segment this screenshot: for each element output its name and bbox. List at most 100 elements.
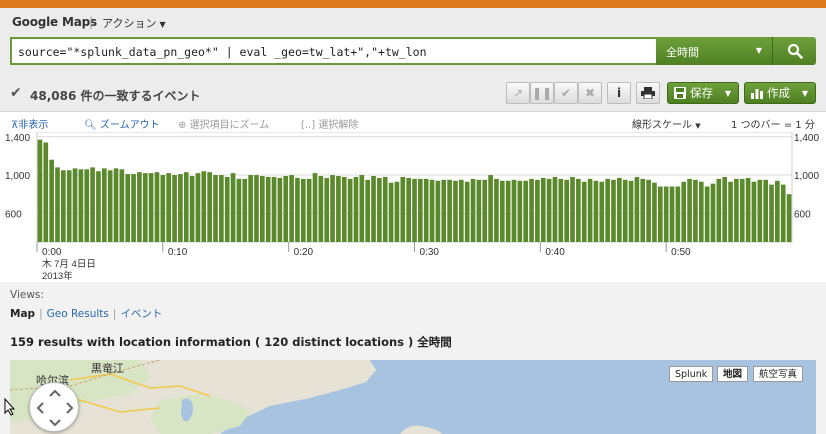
timeline-bar[interactable] xyxy=(499,180,505,242)
timeline-bar[interactable] xyxy=(786,194,792,242)
timeline-bar[interactable] xyxy=(494,178,499,242)
timeline-bar[interactable] xyxy=(219,175,224,242)
timeline-bar[interactable] xyxy=(265,176,271,242)
finalize-button[interactable]: ✔ xyxy=(554,82,578,104)
timeline-bar[interactable] xyxy=(183,172,189,242)
timeline-bar[interactable] xyxy=(535,179,540,242)
search-input[interactable]: source="*splunk_data_pn_geo*" | eval _ge… xyxy=(10,37,656,65)
timeline-bar[interactable] xyxy=(154,172,160,242)
timeline-bar[interactable] xyxy=(230,173,236,242)
timeline-bar[interactable] xyxy=(511,179,517,242)
timeline-bar[interactable] xyxy=(435,180,441,242)
event-timeline-chart[interactable]: 1,400 1,400 1,000 1,000 600 600 0:00 0:10 0:20 0:… xyxy=(0,132,826,282)
timeline-bar[interactable] xyxy=(710,183,716,242)
timeline-bar[interactable] xyxy=(576,178,581,242)
timeline-bar[interactable] xyxy=(728,181,733,242)
timeline-bar[interactable] xyxy=(142,173,148,242)
timeline-bar[interactable] xyxy=(43,142,49,242)
timeline-bar[interactable] xyxy=(763,179,768,242)
print-button[interactable] xyxy=(636,82,660,104)
timeline-bar[interactable] xyxy=(622,179,628,242)
timeline-bar[interactable] xyxy=(300,178,306,242)
timeline-bar[interactable] xyxy=(476,179,482,242)
timeline-bar[interactable] xyxy=(628,180,634,242)
timeline-bar[interactable] xyxy=(236,178,242,242)
map-type-satellite[interactable]: 航空写真 xyxy=(753,366,804,382)
timeline-bar[interactable] xyxy=(66,170,72,242)
timeline-bar[interactable] xyxy=(101,168,107,242)
timeline-bar[interactable] xyxy=(734,178,739,242)
timeline-bar[interactable] xyxy=(312,173,318,242)
timeline-bar[interactable] xyxy=(178,174,183,242)
timeline-bar[interactable] xyxy=(505,180,511,242)
timeline-bar[interactable] xyxy=(295,177,300,242)
timeline-bar[interactable] xyxy=(388,182,394,242)
timeline-bar[interactable] xyxy=(113,168,119,242)
timeline-bar[interactable] xyxy=(698,181,704,242)
timeline-bar[interactable] xyxy=(131,174,136,242)
timeline-bar[interactable] xyxy=(470,178,476,242)
timeline-bar[interactable] xyxy=(172,175,177,242)
timeline-bar[interactable] xyxy=(716,178,722,242)
zoom-out-button[interactable]: 🔍︎ ズームアウト xyxy=(84,116,160,131)
timeline-bar[interactable] xyxy=(55,167,60,242)
timeline-bar[interactable] xyxy=(722,176,728,242)
timeline-bar[interactable] xyxy=(663,186,669,242)
timeline-bar[interactable] xyxy=(201,171,207,242)
timeline-bar[interactable] xyxy=(166,173,172,242)
timeline-bar[interactable] xyxy=(78,169,84,242)
timeline-bar[interactable] xyxy=(488,175,493,242)
timeline-bar[interactable] xyxy=(260,176,265,242)
timeline-bar[interactable] xyxy=(646,179,651,242)
view-events[interactable]: イベント xyxy=(120,308,162,320)
timeline-bar[interactable] xyxy=(482,179,488,242)
timeline-bar[interactable] xyxy=(341,176,347,242)
timeline-bar[interactable] xyxy=(634,176,640,242)
timeline-bar[interactable] xyxy=(453,180,458,242)
inspect-button[interactable]: i xyxy=(607,82,631,104)
timeline-bar[interactable] xyxy=(359,175,365,242)
timeline-bar[interactable] xyxy=(611,179,616,242)
timeline-bar[interactable] xyxy=(540,177,546,242)
timeline-bar[interactable] xyxy=(652,182,657,242)
timeline-bar[interactable] xyxy=(37,139,43,242)
timeline-bar[interactable] xyxy=(347,178,353,242)
timeline-bar[interactable] xyxy=(739,178,745,242)
timeline-bar[interactable] xyxy=(581,181,587,242)
timeline-bar[interactable] xyxy=(757,179,763,242)
timeline-bar[interactable] xyxy=(107,170,113,242)
timeline-bar[interactable] xyxy=(72,168,78,242)
cancel-button[interactable]: ✖ xyxy=(578,82,602,104)
timeline-bar[interactable] xyxy=(254,175,259,242)
timeline-bar[interactable] xyxy=(318,176,324,242)
timeline-bar[interactable] xyxy=(61,170,66,242)
map-type-map[interactable]: 地図 xyxy=(717,366,749,382)
view-map[interactable]: Map xyxy=(10,308,35,320)
timeline-bar[interactable] xyxy=(96,171,101,242)
timeline-bar[interactable] xyxy=(289,175,294,242)
timeline-bar[interactable] xyxy=(394,181,400,242)
timeline-bar[interactable] xyxy=(769,184,774,242)
timeline-bar[interactable] xyxy=(49,159,54,242)
time-range-picker[interactable]: 全時間 ▼ xyxy=(656,37,773,65)
timeline-bar[interactable] xyxy=(90,167,95,242)
timeline-bar[interactable] xyxy=(745,177,751,242)
timeline-bar[interactable] xyxy=(84,169,90,242)
timeline-bar[interactable] xyxy=(693,179,698,242)
timeline-bar[interactable] xyxy=(523,180,529,242)
map-type-splunk[interactable]: Splunk xyxy=(669,366,714,382)
timeline-bar[interactable] xyxy=(412,178,417,242)
timeline-bar[interactable] xyxy=(371,176,376,242)
timeline-bar[interactable] xyxy=(189,176,195,242)
timeline-bar[interactable] xyxy=(119,169,125,242)
timeline-bar[interactable] xyxy=(418,178,423,242)
timeline-bar[interactable] xyxy=(429,179,435,242)
timeline-bar[interactable] xyxy=(377,177,382,242)
timeline-bar[interactable] xyxy=(552,176,558,242)
create-button[interactable]: 作成 ▼ xyxy=(744,82,816,104)
timeline-bar[interactable] xyxy=(458,179,464,242)
map-pan-control[interactable] xyxy=(29,382,79,432)
timeline-bar[interactable] xyxy=(780,184,786,242)
timeline-bar[interactable] xyxy=(365,179,371,242)
timeline-bar[interactable] xyxy=(605,178,610,242)
